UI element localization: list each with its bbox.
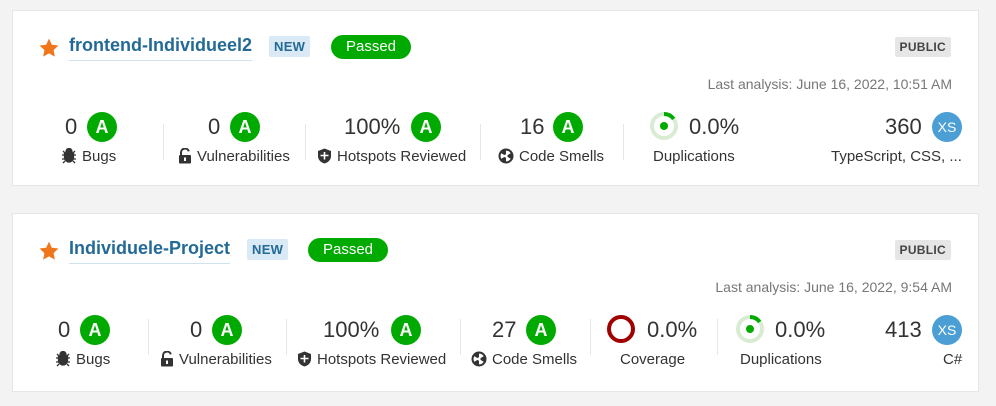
bugs-rating[interactable]: A [87, 112, 117, 142]
shield-icon [318, 148, 331, 164]
bug-icon [62, 147, 76, 164]
divider [460, 319, 461, 355]
languages-label: TypeScript, CSS, ... [831, 148, 962, 165]
size-badge: XS [932, 112, 962, 142]
visibility-badge: PUBLIC [894, 240, 951, 260]
radiation-icon [471, 351, 487, 367]
languages-label: C# [943, 351, 963, 368]
vulnerabilities-rating[interactable]: A [230, 112, 260, 142]
coverage-donut-icon [607, 315, 635, 343]
vulnerabilities-rating[interactable]: A [212, 315, 242, 345]
code-smells-rating[interactable]: A [526, 315, 556, 345]
last-analysis-date: Last analysis: June 16, 2022, 9:54 AM [715, 279, 952, 295]
divider [717, 319, 718, 355]
divider [305, 124, 306, 160]
divider [480, 124, 481, 160]
hotspots-rating[interactable]: A [391, 315, 421, 345]
bugs-label: Bugs [82, 148, 117, 165]
lines-of-code-value[interactable]: 413 [885, 317, 922, 343]
new-badge: NEW [247, 239, 289, 260]
bugs-label: Bugs [76, 351, 111, 368]
size-badge: XS [932, 315, 962, 345]
vulnerabilities-label: Vulnerabilities [197, 148, 290, 165]
new-badge: NEW [269, 36, 311, 57]
duplications-donut-icon [650, 112, 678, 140]
radiation-icon [498, 148, 514, 164]
project-name-link[interactable]: Individuele-Project [69, 238, 231, 264]
quality-gate-status: Passed [331, 35, 411, 59]
duplications-value[interactable]: 0.0% [775, 317, 825, 343]
duplications-donut-icon [736, 315, 764, 343]
bug-icon [56, 350, 70, 367]
shield-icon [298, 351, 311, 367]
unlock-icon [161, 350, 173, 367]
bugs-value[interactable]: 0 [58, 317, 70, 343]
divider [148, 319, 149, 355]
code-smells-label: Code Smells [492, 351, 578, 368]
code-smells-value[interactable]: 27 [492, 317, 516, 343]
visibility-badge: PUBLIC [894, 37, 951, 57]
project-name-link[interactable]: frontend-Individueel2 [69, 35, 253, 61]
divider [623, 124, 624, 160]
vulnerabilities-value[interactable]: 0 [208, 114, 220, 140]
coverage-label: Coverage [620, 351, 686, 368]
star-icon[interactable] [38, 37, 60, 59]
divider [590, 319, 591, 355]
project-card: Individuele-Project NEW Passed PUBLIC La… [12, 213, 979, 392]
hotspots-label: Hotspots Reviewed [337, 148, 467, 165]
code-smells-rating[interactable]: A [553, 112, 583, 142]
duplications-label: Duplications [653, 148, 735, 165]
quality-gate-status: Passed [308, 238, 388, 262]
lines-of-code-value[interactable]: 360 [885, 114, 922, 140]
divider [163, 124, 164, 160]
duplications-label: Duplications [740, 351, 822, 368]
vulnerabilities-value[interactable]: 0 [190, 317, 202, 343]
unlock-icon [179, 147, 191, 164]
project-card: frontend-Individueel2 NEW Passed PUBLIC … [12, 10, 979, 186]
divider [286, 319, 287, 355]
hotspots-rating[interactable]: A [411, 112, 441, 142]
coverage-value[interactable]: 0.0% [647, 317, 697, 343]
hotspots-label: Hotspots Reviewed [317, 351, 447, 368]
code-smells-value[interactable]: 16 [520, 114, 544, 140]
duplications-value[interactable]: 0.0% [689, 114, 739, 140]
hotspots-value[interactable]: 100% [344, 114, 400, 140]
hotspots-value[interactable]: 100% [323, 317, 379, 343]
vulnerabilities-label: Vulnerabilities [179, 351, 272, 368]
star-icon[interactable] [38, 240, 60, 262]
bugs-value[interactable]: 0 [65, 114, 77, 140]
code-smells-label: Code Smells [519, 148, 605, 165]
bugs-rating[interactable]: A [80, 315, 110, 345]
last-analysis-date: Last analysis: June 16, 2022, 10:51 AM [707, 76, 952, 92]
